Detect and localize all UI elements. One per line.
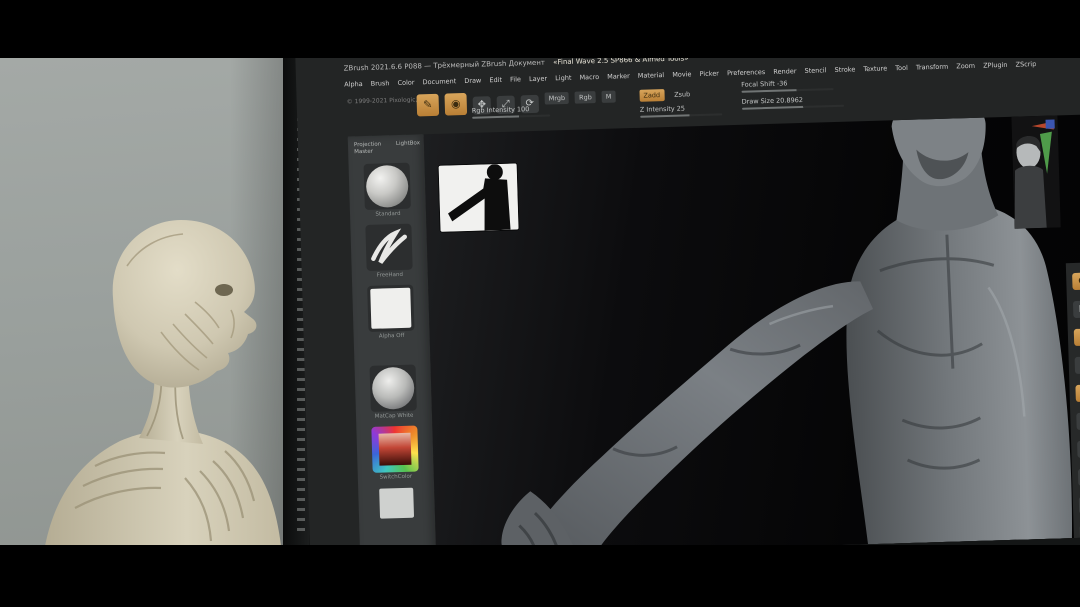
- figure-arm: [519, 281, 880, 545]
- lightbox-button[interactable]: LightBox: [396, 140, 420, 154]
- current-brush-thumbnail[interactable]: [364, 163, 411, 210]
- draw-size-slider[interactable]: Draw Size 20.8962: [742, 95, 844, 110]
- edit-icon: ✎: [423, 98, 433, 111]
- draw-size-label: Draw Size 20.8962: [742, 96, 804, 106]
- alpha-label: Alpha Off: [354, 332, 430, 340]
- blue-square-icon: [1046, 120, 1055, 129]
- menu-item-alpha[interactable]: Alpha: [344, 80, 363, 89]
- z-intensity-track[interactable]: [640, 113, 722, 117]
- reference-portrait-thumbnail: [1011, 115, 1060, 228]
- sculpture-eye-socket: [215, 284, 233, 296]
- current-color-swatch[interactable]: [379, 488, 414, 519]
- letterbox-top: [0, 0, 1080, 58]
- draw-button[interactable]: ◉: [444, 93, 467, 116]
- reference-portrait-graphic: [1011, 115, 1060, 228]
- document-canvas[interactable]: ◐ ▤ ✥ ◎ ▣ ▥ ⊞ ↔ ⤢ ⟳: [424, 114, 1080, 545]
- actual-size-icon[interactable]: ▣: [1075, 384, 1080, 402]
- projection-master-button[interactable]: Projection Master: [354, 141, 396, 155]
- picker-label: SwitchColor: [358, 473, 434, 481]
- material-sphere-icon: [372, 367, 415, 410]
- letterbox-bottom: [0, 545, 1080, 607]
- current-alpha-thumbnail[interactable]: [367, 285, 414, 332]
- draw-size-track[interactable]: [742, 105, 844, 110]
- draw-icon: ◉: [451, 97, 461, 110]
- app-title: ZBrush 2021.6.6 P088 — Трёхмерный ZBrush…: [344, 59, 545, 73]
- session-label: «Final Wave 2.5 SP866 & Aimed Tools»: [553, 58, 689, 66]
- focal-shift-slider[interactable]: Focal Shift -36: [741, 78, 833, 93]
- silhouette-figure-icon: [439, 163, 519, 231]
- zsub-toggle[interactable]: Zsub: [670, 88, 694, 101]
- edit-button[interactable]: ✎: [416, 94, 439, 117]
- color-picker-gradient[interactable]: [379, 433, 412, 466]
- zadd-toggle[interactable]: Zadd: [639, 89, 664, 102]
- rgb-intensity-slider[interactable]: Rgb Intensity 100: [472, 104, 550, 118]
- alpha-square-icon: [370, 288, 411, 329]
- current-material-thumbnail[interactable]: [370, 365, 417, 412]
- menu-item-color[interactable]: Color: [397, 78, 414, 87]
- color-picker[interactable]: [371, 426, 418, 473]
- stroke-label: FreeHand: [352, 271, 428, 279]
- mrgb-toggle[interactable]: Mrgb: [544, 92, 569, 105]
- render-pass-icon[interactable]: ▤: [1073, 300, 1080, 318]
- z-intensity-slider[interactable]: Z Intensity 25: [640, 103, 722, 117]
- monitor: ZBrush 2021.6.6 P088 — Трёхмерный ZBrush…: [283, 58, 1080, 545]
- zbrush-window: ZBrush 2021.6.6 P088 — Трёхмерный ZBrush…: [295, 58, 1080, 545]
- rgb-toggle[interactable]: Rgb: [575, 91, 596, 104]
- left-tray: Projection Master LightBox Standard Free…: [348, 134, 438, 545]
- focal-shift-track[interactable]: [741, 88, 833, 93]
- anatomy-sculpture: [35, 206, 295, 545]
- sculpture-torso: [45, 430, 281, 545]
- bpr-icon[interactable]: ◐: [1072, 272, 1080, 290]
- anatomy-sculpture-graphic: [35, 206, 295, 545]
- menu-item-brush[interactable]: Brush: [371, 79, 390, 88]
- aa-half-icon[interactable]: ▥: [1076, 412, 1080, 430]
- figure-torso: [842, 200, 1073, 545]
- stroke-squiggle-icon: [365, 224, 412, 271]
- brush-sphere-icon: [366, 165, 409, 208]
- sculpture-head: [113, 220, 257, 388]
- sculpt-figure: [424, 114, 1080, 545]
- brush-label: Standard: [350, 210, 426, 218]
- m-toggle[interactable]: M: [602, 91, 616, 103]
- material-label: MatCap White: [356, 412, 432, 420]
- rgb-intensity-label: Rgb Intensity 100: [472, 105, 530, 115]
- current-stroke-thumbnail[interactable]: [365, 224, 412, 271]
- rgb-intensity-track[interactable]: [472, 114, 550, 118]
- silhouette-thumbnail: [439, 163, 519, 231]
- z-intensity-label: Z Intensity 25: [640, 104, 685, 113]
- zoom-icon[interactable]: ◎: [1075, 356, 1080, 374]
- scroll-icon[interactable]: ✥: [1074, 328, 1080, 346]
- photo-scene: ZBrush 2021.6.6 P088 — Трёхмерный ZBrush…: [0, 58, 1080, 545]
- focal-shift-label: Focal Shift -36: [741, 79, 788, 88]
